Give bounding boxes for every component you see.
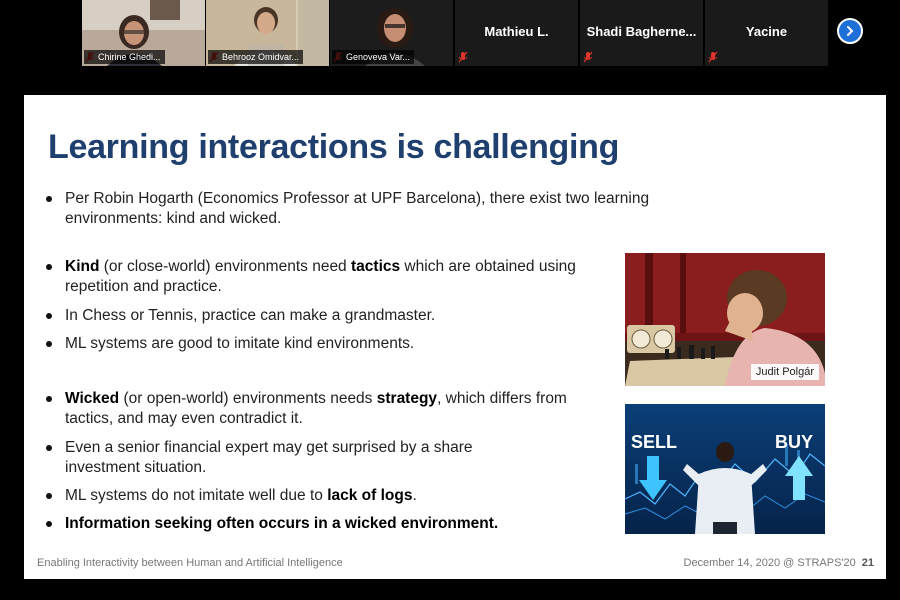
participant-name: Chirine Ghedi... [84,50,165,64]
participant-name: Genoveva Var... [332,50,414,64]
slide-title: Learning interactions is challenging [48,128,620,166]
bullet-icon [46,445,52,451]
participant-name: Mathieu L. [484,24,549,39]
participant-tile[interactable]: Mathieu L. [455,0,578,66]
bullet-icon [46,313,52,319]
bullet-chess: In Chess or Tennis, practice can make a … [46,306,666,326]
next-participants-button[interactable] [837,18,863,44]
photo-caption: Judit Polgár [750,364,819,380]
participant-tile[interactable]: Shadi Bagherne... [580,0,703,66]
bullet-icon [46,493,52,499]
trader-image: SELL BUY [625,404,825,534]
mic-muted-icon [583,51,593,63]
participants-strip: Chirine Ghedi... Behrooz Omidvar... Geno… [0,0,900,66]
participant-tile[interactable]: Chirine Ghedi... [82,0,205,66]
bullet-info-seeking: Information seeking often occurs in a wi… [46,514,666,534]
bullet-wicked: Wicked (or open-world) environments need… [46,389,666,429]
bullet-icon [46,196,52,202]
bullet-financial: Even a senior financial expert may get s… [46,438,666,478]
participant-name: Yacine [745,24,788,39]
bullet-ml-kind: ML systems are good to imitate kind envi… [46,334,666,354]
slide-footer-left: Enabling Interactivity between Human and… [37,557,343,569]
buy-label: BUY [775,432,813,452]
bullet-icon [46,264,52,270]
bullet-icon [46,521,52,527]
sell-buy-photo: SELL BUY [625,404,825,534]
participant-tile[interactable]: Behrooz Omidvar... [206,0,329,66]
slide-footer-right: December 14, 2020 @ STRAPS'20 21 [683,557,875,569]
participant-tile[interactable]: Genoveva Var... [330,0,453,66]
mic-muted-icon [458,51,468,63]
bullet-ml-wicked: ML systems do not imitate well due to la… [46,486,666,506]
bullet-icon [46,396,52,402]
slide-page-number: 21 [861,557,874,569]
bullet-intro: Per Robin Hogarth (Economics Professor a… [46,189,666,229]
participant-name: Behrooz Omidvar... [208,50,304,64]
shared-slide: Learning interactions is challenging Per… [24,95,886,579]
bullet-icon [46,341,52,347]
chess-photo: Judit Polgár [625,253,825,386]
chevron-right-icon [847,26,854,36]
participant-tile[interactable]: Yacine [705,0,828,66]
sell-label: SELL [631,432,677,452]
bullet-kind: Kind (or close-world) environments need … [46,257,666,297]
mic-muted-icon [708,51,718,63]
participant-name: Shadi Bagherne... [586,24,697,39]
